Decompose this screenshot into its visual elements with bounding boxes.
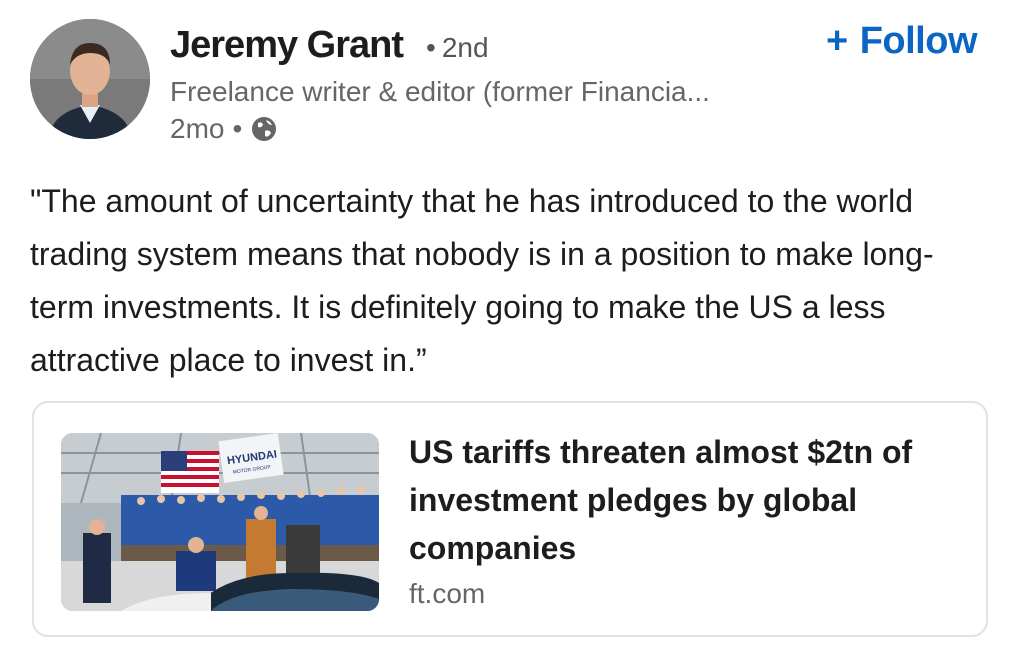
- plus-icon: +: [826, 20, 848, 62]
- article-title[interactable]: US tariffs threaten almost $2tn of inves…: [409, 428, 949, 572]
- avatar-photo: [30, 19, 150, 139]
- follow-label: Follow: [859, 20, 978, 62]
- separator-dot: •: [232, 113, 243, 144]
- article-source: ft.com: [409, 578, 486, 609]
- post-meta: 2mo •: [170, 113, 278, 145]
- globe-icon: [250, 115, 278, 143]
- follow-button[interactable]: + Follow: [826, 20, 978, 63]
- post-time: 2mo: [170, 113, 225, 144]
- separator-dot: •: [426, 32, 436, 63]
- author-avatar[interactable]: [30, 19, 150, 139]
- post-text: "The amount of uncertainty that he has i…: [30, 183, 934, 378]
- author-name[interactable]: Jeremy Grant: [170, 24, 404, 67]
- author-headline: Freelance writer & editor (former Financ…: [170, 76, 710, 107]
- degree-label: 2nd: [441, 32, 489, 63]
- article-card[interactable]: HYUNDAI MOTOR GROUP US tariffs threaten …: [32, 401, 988, 637]
- connection-degree: • 2nd: [426, 32, 489, 64]
- article-thumbnail: HYUNDAI MOTOR GROUP: [61, 433, 379, 611]
